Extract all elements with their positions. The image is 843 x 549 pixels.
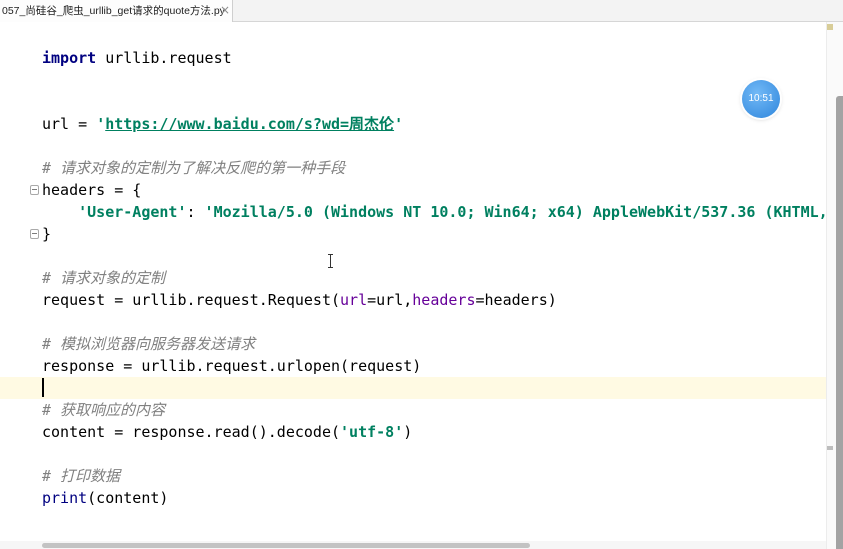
clock-badge: 10:51: [742, 80, 780, 118]
error-stripe-marker[interactable]: [827, 446, 833, 450]
keyword-arg-headers: headers: [412, 291, 476, 309]
code-line-headers-open[interactable]: headers = {: [42, 179, 141, 201]
dict-colon: :: [186, 203, 205, 221]
module-name: urllib.request: [96, 49, 232, 67]
keyword-arg-url-value: =url,: [367, 291, 413, 309]
builtin-print: print: [42, 489, 88, 507]
request-call-head: request = urllib.request.Request(: [42, 291, 341, 309]
comment-text: # 打印数据: [42, 467, 121, 485]
keyword-arg-headers-value: =headers): [475, 291, 557, 309]
text-caret: [42, 378, 44, 397]
comment-text: # 请求对象的定制: [42, 269, 166, 287]
code-line-comment[interactable]: # 模拟浏览器向服务器发送请求: [42, 333, 255, 355]
code-line-comment[interactable]: # 打印数据: [42, 465, 120, 487]
editor-tab-active[interactable]: 057_尚硅谷_爬虫_urllib_get请求的quote方法.py ×: [0, 0, 233, 22]
code-editor[interactable]: import urllib.request url = ' https://ww…: [0, 22, 843, 541]
code-line-response[interactable]: response = urllib.request.urlopen(reques…: [42, 355, 421, 377]
url-string-link[interactable]: https://www.baidu.com/s?wd=周杰伦: [105, 113, 394, 135]
horizontal-scrollbar-thumb[interactable]: [42, 543, 530, 548]
keyword-import: import: [42, 49, 97, 67]
code-line-comment[interactable]: # 请求对象的定制: [42, 267, 165, 289]
editor-tab-bar: 057_尚硅谷_爬虫_urllib_get请求的quote方法.py ×: [0, 0, 843, 22]
code-line-import[interactable]: import urllib.request: [42, 47, 232, 69]
tab-close-icon[interactable]: ×: [220, 3, 230, 17]
text-cursor-icon: [327, 254, 334, 268]
decode-call-tail: ): [403, 423, 413, 441]
ide-window: 057_尚硅谷_爬虫_urllib_get请求的quote方法.py × imp…: [0, 0, 843, 549]
encoding-string: 'utf-8': [340, 423, 404, 441]
comment-text: # 获取响应的内容: [42, 401, 166, 419]
code-line-request[interactable]: request = urllib.request.Request( url =u…: [42, 289, 557, 311]
inspection-status-marker[interactable]: [827, 24, 833, 30]
tab-filename: 057_尚硅谷_爬虫_urllib_get请求的quote方法.py: [2, 5, 225, 17]
comment-text: # 请求对象的定制为了解决反爬的第一种手段: [42, 159, 346, 177]
fold-marker-icon[interactable]: [30, 185, 39, 195]
code-line-comment[interactable]: # 获取响应的内容: [42, 399, 165, 421]
code-line-user-agent[interactable]: 'User-Agent' : 'Mozilla/5.0 (Windows NT …: [78, 201, 828, 223]
dict-key-string: 'User-Agent': [78, 203, 187, 221]
fold-marker-icon[interactable]: [30, 229, 39, 239]
comment-text: # 模拟浏览器向服务器发送请求: [42, 335, 256, 353]
headers-assignment: headers = {: [42, 181, 142, 199]
closing-brace: }: [42, 225, 52, 243]
decode-call-head: content = response.read().decode(: [42, 423, 341, 441]
url-assignment: url =: [42, 115, 97, 133]
code-line-print[interactable]: print (content): [42, 487, 168, 509]
urlopen-call: response = urllib.request.urlopen(reques…: [42, 357, 422, 375]
code-line-content[interactable]: content = response.read().decode( 'utf-8…: [42, 421, 412, 443]
code-line-comment[interactable]: # 请求对象的定制为了解决反爬的第一种手段: [42, 157, 345, 179]
print-args: (content): [87, 489, 169, 507]
keyword-arg-url: url: [340, 291, 368, 309]
code-line-url[interactable]: url = ' https://www.baidu.com/s?wd=周杰伦 ': [42, 113, 403, 135]
string-quote-open: ': [96, 115, 106, 133]
vertical-scrollbar-thumb[interactable]: [836, 96, 843, 549]
current-line-highlight: [0, 377, 827, 399]
dict-value-string: 'Mozilla/5.0 (Windows NT 10.0; Win64; x6…: [204, 203, 828, 221]
code-line-headers-close[interactable]: }: [42, 223, 51, 245]
string-quote-close: ': [394, 115, 404, 133]
text-cursor-stem: [330, 255, 331, 267]
